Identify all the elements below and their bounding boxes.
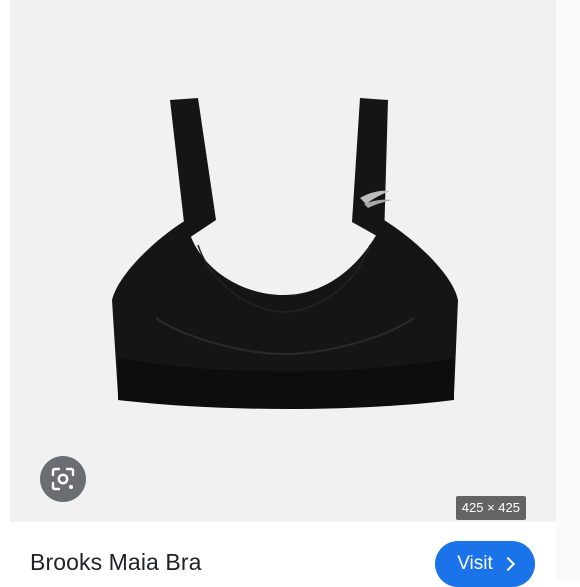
product-title[interactable]: Brooks Maia Bra bbox=[30, 549, 202, 576]
product-image[interactable] bbox=[98, 90, 473, 415]
image-preview-panel[interactable]: 425 × 425 bbox=[10, 0, 556, 522]
right-strap bbox=[352, 98, 388, 240]
card-right-margin bbox=[556, 0, 580, 580]
card-left-margin bbox=[0, 0, 10, 580]
chevron-right-icon bbox=[500, 556, 515, 572]
image-result-card: 425 × 425 Brooks Maia Bra Visit bbox=[0, 0, 580, 587]
lens-search-icon bbox=[51, 467, 75, 491]
result-caption-row: Brooks Maia Bra Visit bbox=[10, 522, 556, 587]
image-dimensions-badge: 425 × 425 bbox=[455, 496, 526, 520]
visit-button[interactable]: Visit bbox=[435, 541, 535, 587]
lens-search-button[interactable] bbox=[40, 456, 86, 502]
visit-button-label: Visit bbox=[457, 553, 493, 574]
left-strap bbox=[170, 98, 216, 240]
